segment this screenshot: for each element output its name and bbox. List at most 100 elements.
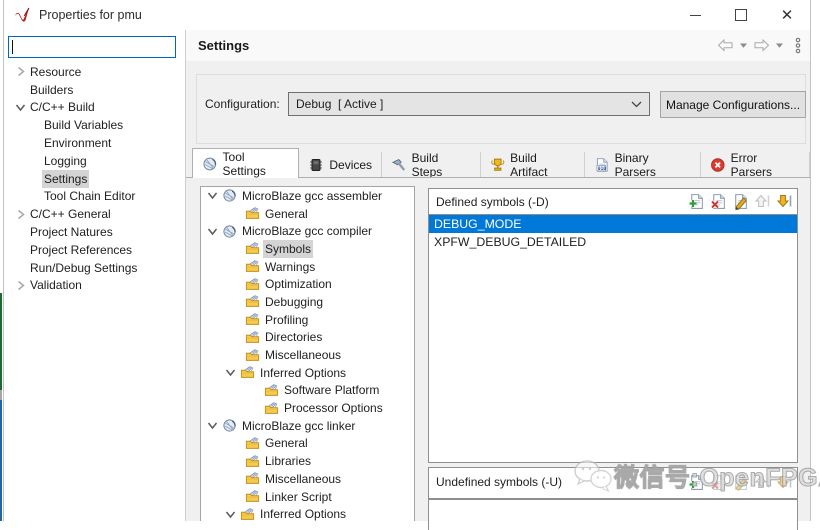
manage-configurations-button[interactable]: Manage Configurations... — [660, 91, 806, 118]
hammer-icon — [391, 157, 407, 173]
forward-icon[interactable] — [752, 38, 771, 53]
tree-item-profiling[interactable]: Profiling — [201, 311, 414, 329]
add-symbol-icon[interactable] — [688, 193, 705, 210]
chevron-right-icon[interactable] — [13, 65, 27, 79]
sidebar-item-logging[interactable]: Logging — [4, 152, 185, 170]
maximize-button[interactable] — [718, 0, 764, 30]
symbol-row-selected[interactable]: DEBUG_MODE — [429, 215, 797, 233]
sidebar-item-cpp-build[interactable]: C/C++ Build — [4, 99, 185, 117]
delete-symbol-icon[interactable] — [710, 193, 727, 210]
add-symbol-icon[interactable] — [688, 474, 705, 491]
sidebar-item-resource[interactable]: Resource — [4, 63, 185, 81]
forward-menu-icon[interactable] — [775, 42, 784, 49]
title-bar: Properties for pmu ✕ — [4, 0, 810, 30]
tree-item-miscellaneous[interactable]: Miscellaneous — [201, 346, 414, 364]
chevron-right-icon[interactable] — [13, 207, 27, 221]
chevron-down-icon[interactable] — [206, 225, 219, 238]
minimize-button[interactable] — [672, 0, 718, 30]
tree-item-directories[interactable]: Directories — [201, 329, 414, 347]
tree-item-warnings[interactable]: Warnings — [201, 258, 414, 276]
edit-symbol-icon[interactable] — [732, 474, 749, 491]
sidebar-item-validation[interactable]: Validation — [4, 277, 185, 295]
sidebar-item-tool-chain-editor[interactable]: Tool Chain Editor — [4, 188, 185, 206]
undefined-symbols-panel: Undefined symbols (-U) — [428, 467, 798, 499]
tab-build-artifact[interactable]: Build Artifact — [481, 152, 585, 178]
window-title: Properties for pmu — [39, 8, 142, 22]
tree-item-linker-general[interactable]: General — [201, 435, 414, 453]
tree-item-software-platform[interactable]: Software Platform — [201, 382, 414, 400]
tree-item-libraries[interactable]: Libraries — [201, 452, 414, 470]
tab-error-parsers[interactable]: Error Parsers — [701, 152, 810, 178]
chevron-down-icon[interactable] — [224, 366, 237, 379]
tree-item-processor-options[interactable]: Processor Options — [201, 399, 414, 417]
category-folder-icon — [245, 294, 260, 309]
defined-symbols-header: Defined symbols (-D) — [429, 189, 797, 215]
sidebar-item-settings[interactable]: Settings — [4, 170, 185, 188]
tab-binary-parsers[interactable]: 010 Binary Parsers — [585, 152, 701, 178]
category-folder-icon — [245, 436, 260, 451]
move-up-icon[interactable] — [754, 193, 771, 210]
tab-devices[interactable]: Devices — [299, 152, 382, 178]
sidebar-item-builders[interactable]: Builders — [4, 81, 185, 99]
chevron-down-icon[interactable] — [206, 419, 219, 432]
delete-symbol-icon[interactable] — [710, 474, 727, 491]
symbol-row[interactable]: XPFW_DEBUG_DETAILED — [429, 233, 797, 251]
text-caret — [12, 40, 13, 54]
sidebar-item-build-variables[interactable]: Build Variables — [4, 116, 185, 134]
category-folder-icon — [245, 277, 260, 292]
sidebar-item-environment[interactable]: Environment — [4, 134, 185, 152]
category-folder-icon — [240, 507, 255, 521]
tree-item-gcc-assembler[interactable]: MicroBlaze gcc assembler — [201, 187, 414, 205]
device-icon — [308, 157, 324, 173]
tree-item-linker-inferred-options[interactable]: Inferred Options — [201, 505, 414, 521]
edit-symbol-icon[interactable] — [732, 193, 749, 210]
edge-strip-gray — [0, 390, 2, 400]
configuration-select[interactable]: Debug [ Active ] — [288, 92, 650, 116]
chevron-down-icon[interactable] — [224, 508, 237, 521]
close-button[interactable]: ✕ — [764, 0, 810, 30]
tree-item-linker-script[interactable]: Linker Script — [201, 488, 414, 506]
tree-item-symbols[interactable]: Symbols — [201, 240, 414, 258]
category-folder-icon — [245, 312, 260, 327]
settings-body: Configuration: Debug [ Active ] Manage C… — [186, 61, 810, 521]
tool-settings-tree: MicroBlaze gcc assembler General MicroBl… — [200, 186, 415, 521]
sidebar-item-project-references[interactable]: Project References — [4, 241, 185, 259]
category-folder-icon — [264, 401, 279, 416]
tree-item-linker-miscellaneous[interactable]: Miscellaneous — [201, 470, 414, 488]
view-menu-icon[interactable] — [794, 37, 802, 54]
undefined-symbols-title: Undefined symbols (-U) — [436, 475, 562, 489]
move-up-icon[interactable] — [754, 474, 771, 491]
close-icon: ✕ — [781, 8, 794, 23]
tool-settings-icon — [202, 156, 218, 172]
page-header: Settings — [186, 30, 810, 62]
tree-item-gcc-linker[interactable]: MicroBlaze gcc linker — [201, 417, 414, 435]
chevron-right-icon[interactable] — [13, 278, 27, 292]
undefined-symbols-list[interactable] — [428, 499, 798, 530]
tree-item-general[interactable]: General — [201, 205, 414, 223]
tree-item-gcc-compiler[interactable]: MicroBlaze gcc compiler — [201, 222, 414, 240]
move-down-icon[interactable] — [776, 193, 793, 210]
sidebar-item-cpp-general[interactable]: C/C++ General — [4, 205, 185, 223]
category-folder-icon — [245, 259, 260, 274]
category-folder-icon — [245, 454, 260, 469]
edge-strip-green — [0, 293, 2, 390]
sidebar-item-run-debug-settings[interactable]: Run/Debug Settings — [4, 259, 185, 277]
page-title: Settings — [198, 38, 249, 53]
trophy-icon — [490, 157, 506, 173]
category-folder-icon — [245, 489, 260, 504]
properties-dialog: Properties for pmu ✕ Resource Builders C… — [3, 0, 811, 521]
back-menu-icon[interactable] — [739, 42, 748, 49]
tree-item-inferred-options[interactable]: Inferred Options — [201, 364, 414, 382]
tab-tool-settings[interactable]: Tool Settings — [192, 148, 299, 178]
tree-item-debugging[interactable]: Debugging — [201, 293, 414, 311]
chevron-down-icon[interactable] — [13, 100, 27, 114]
chevron-down-icon[interactable] — [206, 189, 219, 202]
tree-item-optimization[interactable]: Optimization — [201, 275, 414, 293]
chevron-down-icon — [631, 97, 642, 111]
back-icon[interactable] — [716, 38, 735, 53]
tool-icon — [222, 418, 237, 433]
sidebar-item-project-natures[interactable]: Project Natures — [4, 223, 185, 241]
filter-input[interactable] — [8, 36, 176, 58]
move-down-icon[interactable] — [776, 474, 793, 491]
tab-build-steps[interactable]: Build Steps — [382, 152, 481, 178]
